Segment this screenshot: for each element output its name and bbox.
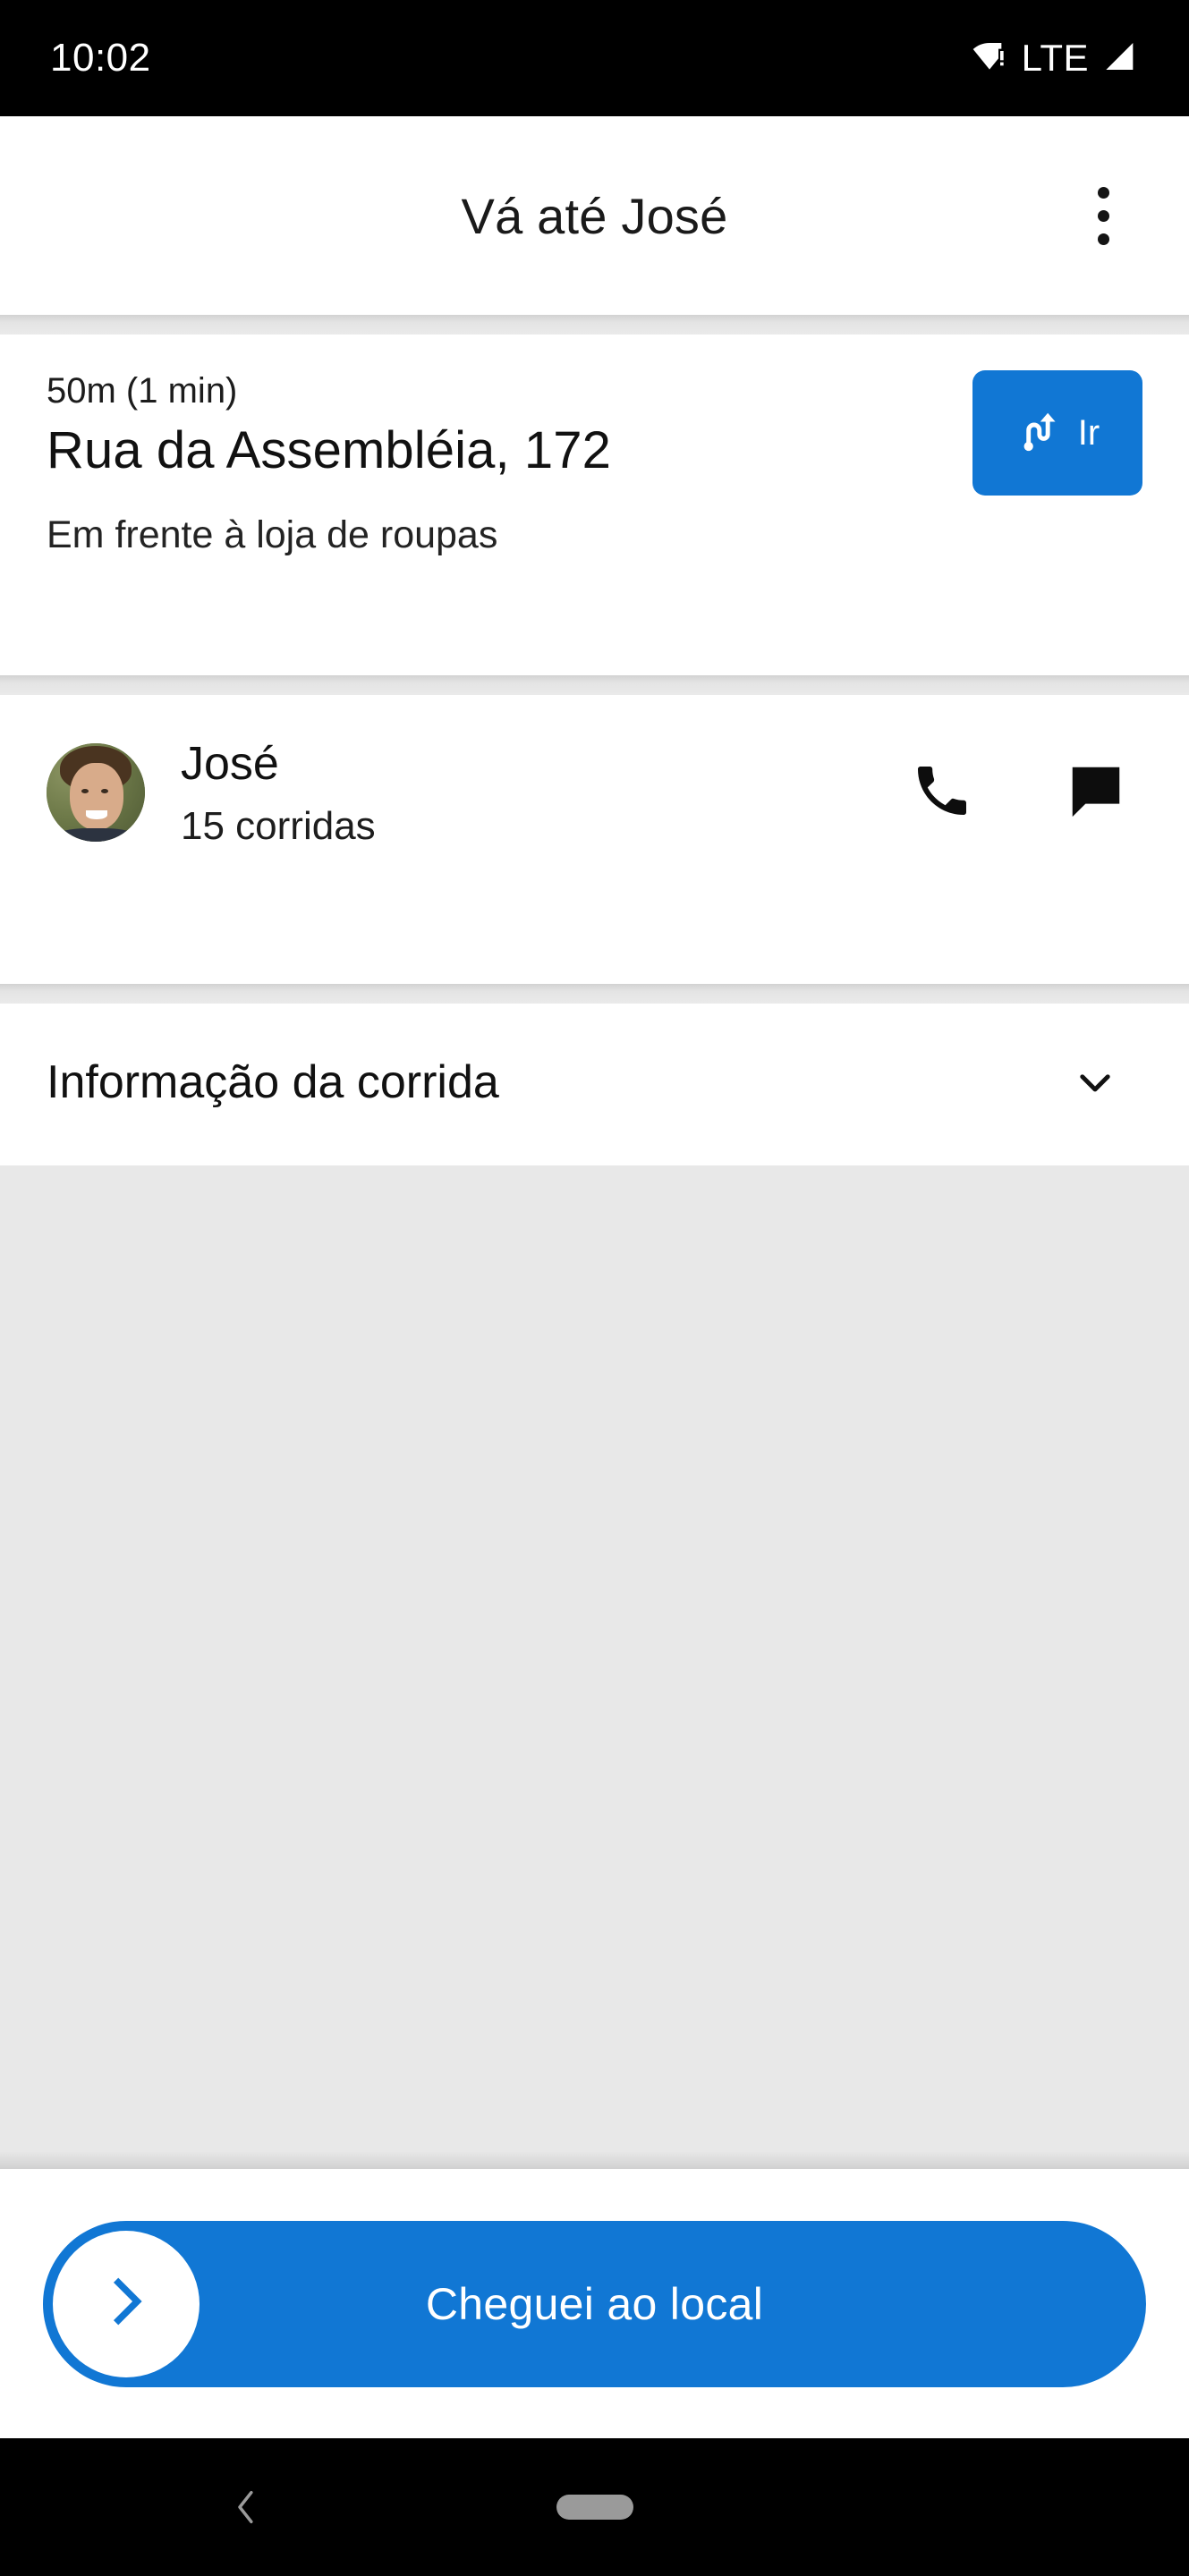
driver-section: José 15 corridas xyxy=(0,675,1189,891)
address-note: Em frente à loja de roupas xyxy=(47,513,498,556)
map-placeholder[interactable] xyxy=(0,1165,1189,2169)
section-divider xyxy=(0,315,1189,335)
app-bar: Vá até José xyxy=(0,116,1189,315)
more-dot xyxy=(1097,233,1109,245)
section-divider xyxy=(0,984,1189,1004)
network-type-label: LTE xyxy=(1021,37,1089,79)
driver-details: José 15 corridas xyxy=(181,734,376,852)
more-vert-icon[interactable] xyxy=(1058,171,1148,260)
driver-rides-count: 15 corridas xyxy=(181,803,376,848)
status-clock: 10:02 xyxy=(50,36,151,80)
call-button[interactable] xyxy=(904,755,980,830)
page-title: Vá até José xyxy=(461,187,728,244)
slider-knob[interactable] xyxy=(53,2230,200,2377)
system-nav-bar xyxy=(0,2438,1189,2576)
slide-button-label: Cheguei ao local xyxy=(425,2278,764,2329)
nav-home-pill[interactable] xyxy=(556,2495,633,2520)
navigate-go-button[interactable]: Ir xyxy=(972,370,1142,496)
bottom-action-bar: Cheguei ao local xyxy=(0,2169,1189,2438)
message-button[interactable] xyxy=(1058,755,1134,830)
status-indicators: LTE xyxy=(972,37,1139,80)
more-dot xyxy=(1097,186,1109,199)
chat-bubble-icon xyxy=(1065,759,1127,826)
avatar-shirt xyxy=(56,827,135,843)
navigation-route-icon xyxy=(1015,406,1066,461)
nav-back-icon[interactable] xyxy=(210,2471,282,2543)
chevron-right-icon xyxy=(91,2267,161,2341)
address-section: 50m (1 min) Rua da Assembléia, 172 Em fr… xyxy=(0,315,1189,604)
ride-info-card[interactable]: Informação da corrida xyxy=(0,1004,1189,1165)
status-bar: 10:02 LTE xyxy=(0,0,1189,116)
driver-actions xyxy=(904,755,1142,830)
app-screen: 10:02 LTE Vá até José 50m (1 min) Rua da… xyxy=(0,0,1189,2576)
avatar[interactable] xyxy=(47,743,145,843)
ride-info-title: Informação da corrida xyxy=(47,1056,499,1109)
phone-icon xyxy=(910,758,974,827)
more-dot xyxy=(1097,209,1109,222)
slide-to-confirm-arrived[interactable]: Cheguei ao local xyxy=(43,2220,1146,2387)
avatar-face xyxy=(70,763,123,831)
wifi-exclamation-icon xyxy=(972,38,1007,79)
driver-name: José xyxy=(181,738,279,790)
chevron-down-icon[interactable] xyxy=(1064,1052,1126,1114)
address-card[interactable]: 50m (1 min) Rua da Assembléia, 172 Em fr… xyxy=(0,335,1189,604)
driver-card[interactable]: José 15 corridas xyxy=(0,695,1189,891)
cellular-signal-icon xyxy=(1103,38,1139,79)
section-divider xyxy=(0,675,1189,695)
go-button-label: Ir xyxy=(1077,413,1100,453)
ride-info-section: Informação da corrida xyxy=(0,984,1189,1165)
